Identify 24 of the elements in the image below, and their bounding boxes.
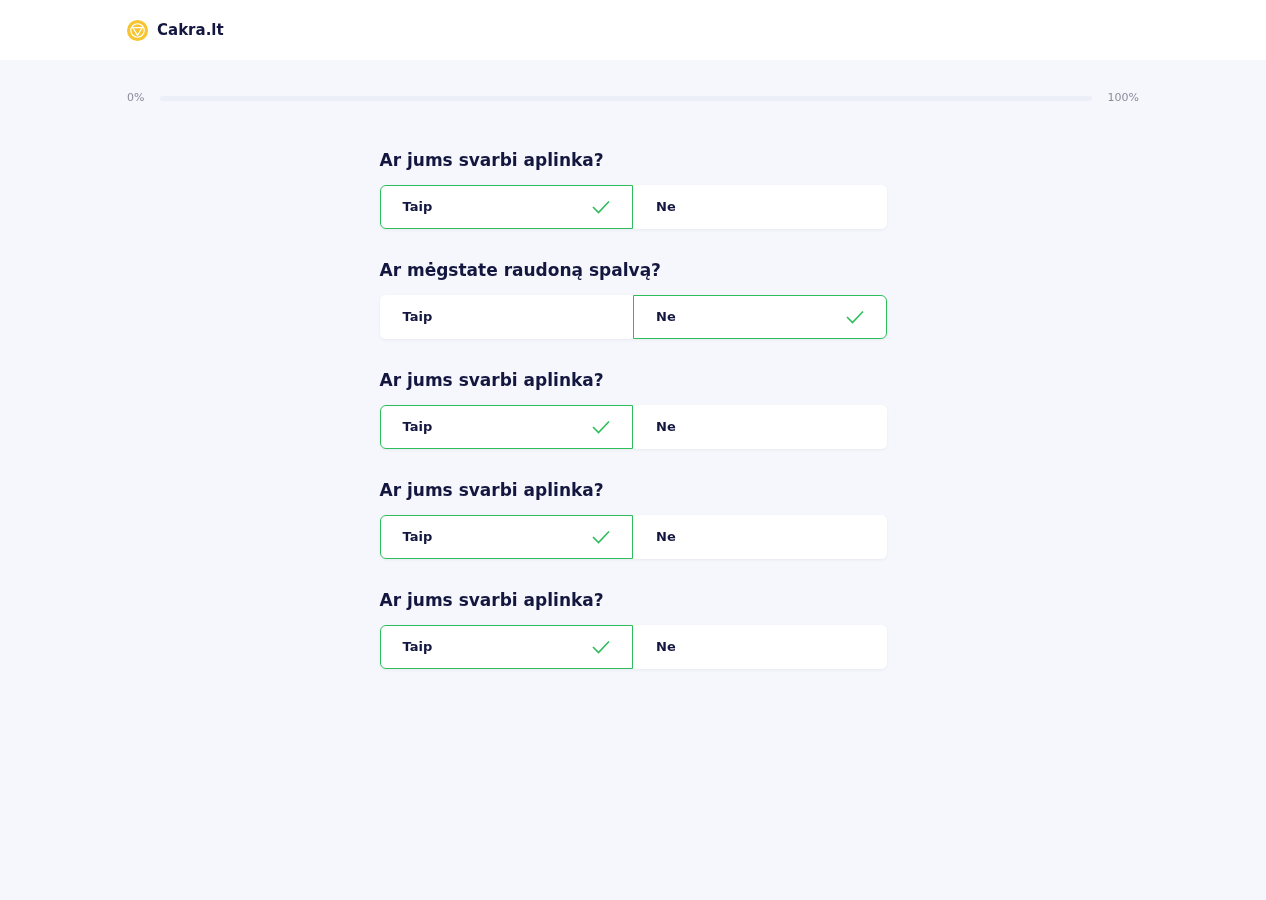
check-icon <box>845 309 864 324</box>
answer-option[interactable]: Ne <box>633 294 887 339</box>
question-title: Ar jums svarbi aplinka? <box>379 368 605 392</box>
question-title: Ar jums svarbi aplinka? <box>379 588 605 612</box>
check-icon <box>592 639 610 654</box>
answer-option[interactable]: Taip <box>379 184 633 229</box>
answer-option[interactable]: Ne <box>633 624 887 669</box>
progress-end-label: 100% <box>1107 90 1139 106</box>
check-icon <box>592 419 610 434</box>
progress-start-label: 0% <box>127 90 145 106</box>
question-title: Ar jums svarbi aplinka? <box>379 148 605 172</box>
logo-icon <box>126 18 149 42</box>
answer-option[interactable]: Taip <box>379 404 633 449</box>
answer-option[interactable]: Ne <box>633 404 887 449</box>
answer-option[interactable]: Taip <box>379 514 633 559</box>
brand-name[interactable]: Cakra.lt <box>157 18 224 42</box>
question-title: Ar jums svarbi aplinka? <box>379 478 605 502</box>
question-title: Ar mėgstate raudoną spalvą? <box>379 258 662 282</box>
answer-option[interactable]: Ne <box>633 514 887 559</box>
answer-option[interactable]: Ne <box>633 184 887 229</box>
check-icon <box>592 199 610 214</box>
check-icon <box>592 529 610 544</box>
answer-option[interactable]: Taip <box>379 624 633 669</box>
answer-option[interactable]: Taip <box>379 294 633 339</box>
